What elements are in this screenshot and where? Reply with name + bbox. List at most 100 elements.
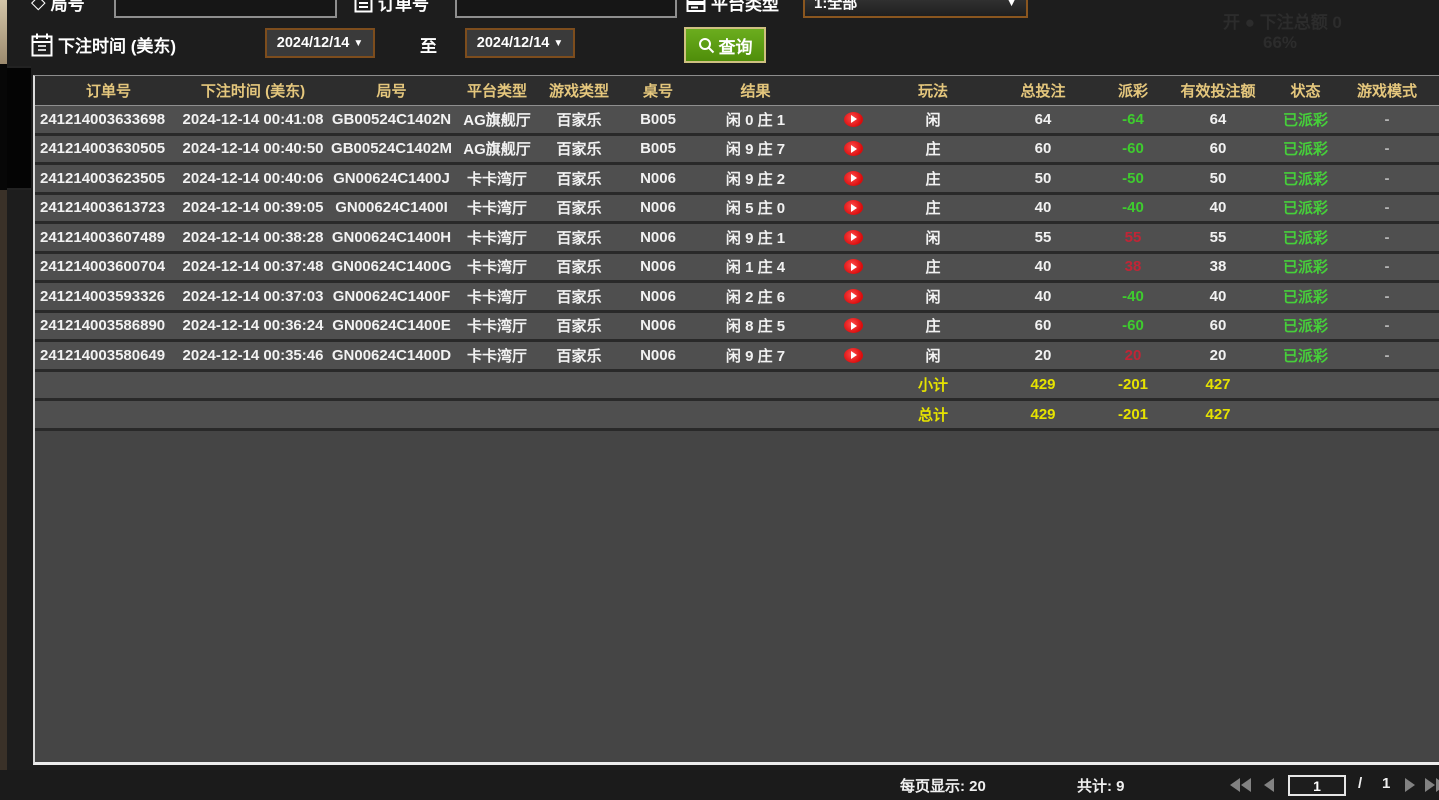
play-video-icon[interactable] bbox=[844, 171, 863, 186]
cell-order-no: 241214003630505 bbox=[35, 136, 182, 163]
last-page-button[interactable] bbox=[1425, 778, 1439, 792]
table-row: 241214003593326 2024-12-14 00:37:03 GN00… bbox=[35, 283, 1439, 313]
cell-table-no: B005 bbox=[623, 106, 693, 133]
cell-table-no: B005 bbox=[623, 136, 693, 163]
left-edge-strip-middle bbox=[0, 64, 7, 190]
cell-total-bet: 60 bbox=[978, 136, 1108, 163]
game-no-label: ◇ 局号 bbox=[31, 0, 85, 15]
cell-result: 闲 1 庄 4 bbox=[693, 254, 818, 281]
cell-platform: 卡卡湾厅 bbox=[459, 224, 535, 251]
cell-game-no: GN00624C1400H bbox=[324, 224, 459, 251]
col-header-game-mode: 游戏模式 bbox=[1333, 76, 1439, 105]
col-header-total-bet: 总投注 bbox=[978, 76, 1108, 105]
cell-valid-bet: 38 bbox=[1158, 254, 1278, 281]
first-page-button[interactable] bbox=[1230, 778, 1251, 792]
play-video-icon[interactable] bbox=[844, 230, 863, 245]
left-edge-strip-top bbox=[0, 0, 7, 64]
grand-total-valid-bet: 427 bbox=[1158, 401, 1278, 428]
cell-game-no: GN00624C1400F bbox=[324, 283, 459, 310]
cell-result-video bbox=[818, 254, 888, 281]
cell-play: 庄 bbox=[888, 165, 978, 192]
cell-result: 闲 2 庄 6 bbox=[693, 283, 818, 310]
cell-valid-bet: 40 bbox=[1158, 195, 1278, 222]
play-video-icon[interactable] bbox=[844, 318, 863, 333]
play-triangle bbox=[851, 263, 857, 271]
cell-status: 已派彩 bbox=[1278, 342, 1333, 369]
play-triangle bbox=[851, 351, 857, 359]
play-triangle bbox=[851, 322, 857, 330]
cell-result-video bbox=[818, 342, 888, 369]
cell-table-no: N006 bbox=[623, 313, 693, 340]
left-edge-strip-bottom bbox=[0, 190, 7, 800]
cell-order-no: 241214003600704 bbox=[35, 254, 182, 281]
query-button[interactable]: 查询 bbox=[684, 27, 766, 63]
cell-game-type: 百家乐 bbox=[535, 254, 623, 281]
cell-payout: -50 bbox=[1108, 165, 1158, 192]
cell-table-no: N006 bbox=[623, 195, 693, 222]
play-video-icon[interactable] bbox=[844, 200, 863, 215]
play-video-icon[interactable] bbox=[844, 141, 863, 156]
double-left-arrow-icon bbox=[1230, 778, 1240, 792]
grand-total-row: 总计 429 -201 427 bbox=[35, 401, 1439, 431]
cell-bet-time: 2024-12-14 00:40:06 bbox=[182, 165, 324, 192]
cell-result-video bbox=[818, 224, 888, 251]
cell-payout: -40 bbox=[1108, 195, 1158, 222]
table-row: 241214003580649 2024-12-14 00:35:46 GN00… bbox=[35, 342, 1439, 372]
cell-valid-bet: 60 bbox=[1158, 313, 1278, 340]
platform-type-select[interactable]: 1:全部 ▼ bbox=[803, 0, 1028, 18]
grand-total-label: 总计 bbox=[888, 401, 978, 428]
play-video-icon[interactable] bbox=[844, 259, 863, 274]
cell-platform: 卡卡湾厅 bbox=[459, 342, 535, 369]
cell-payout: 55 bbox=[1108, 224, 1158, 251]
cell-valid-bet: 55 bbox=[1158, 224, 1278, 251]
calendar-icon bbox=[31, 33, 53, 57]
cell-platform: 卡卡湾厅 bbox=[459, 283, 535, 310]
date-to-picker[interactable]: 2024/12/14 ▼ bbox=[465, 28, 575, 58]
page-input[interactable] bbox=[1288, 775, 1346, 796]
cell-status: 已派彩 bbox=[1278, 195, 1333, 222]
order-no-input[interactable] bbox=[455, 0, 677, 18]
left-arrow-icon bbox=[1264, 778, 1274, 792]
cell-payout: -60 bbox=[1108, 313, 1158, 340]
cell-result: 闲 8 庄 5 bbox=[693, 313, 818, 340]
play-video-icon[interactable] bbox=[844, 289, 863, 304]
date-from-picker[interactable]: 2024/12/14 ▼ bbox=[265, 28, 375, 58]
cell-platform: 卡卡湾厅 bbox=[459, 313, 535, 340]
play-video-icon[interactable] bbox=[844, 112, 863, 127]
next-page-button[interactable] bbox=[1405, 778, 1415, 792]
previous-page-button[interactable] bbox=[1264, 778, 1274, 792]
cell-play: 庄 bbox=[888, 254, 978, 281]
cell-bet-time: 2024-12-14 00:40:50 bbox=[182, 136, 324, 163]
cell-play: 闲 bbox=[888, 342, 978, 369]
subtotal-valid-bet: 427 bbox=[1158, 372, 1278, 399]
cell-result-video bbox=[818, 283, 888, 310]
per-page-label: 每页显示: 20 bbox=[900, 775, 986, 796]
cell-order-no: 241214003607489 bbox=[35, 224, 182, 251]
table-header-row: 订单号 下注时间 (美东) 局号 平台类型 游戏类型 桌号 结果 玩法 总投注 … bbox=[35, 76, 1439, 106]
background-window-blocks bbox=[7, 66, 31, 190]
total-pages-label: 1 bbox=[1382, 775, 1390, 792]
game-no-input[interactable] bbox=[114, 0, 337, 18]
cell-game-mode: - bbox=[1333, 283, 1439, 310]
cell-bet-time: 2024-12-14 00:36:24 bbox=[182, 313, 324, 340]
cell-order-no: 241214003593326 bbox=[35, 283, 182, 310]
play-video-icon[interactable] bbox=[844, 348, 863, 363]
cell-order-no: 241214003623505 bbox=[35, 165, 182, 192]
col-header-valid-bet: 有效投注额 bbox=[1158, 76, 1278, 105]
table-row: 241214003613723 2024-12-14 00:39:05 GN00… bbox=[35, 195, 1439, 225]
cell-result: 闲 5 庄 0 bbox=[693, 195, 818, 222]
search-icon bbox=[698, 37, 715, 54]
cell-order-no: 241214003586890 bbox=[35, 313, 182, 340]
col-header-result: 结果 bbox=[693, 76, 818, 105]
chevron-down-icon: ▼ bbox=[1006, 0, 1017, 9]
chevron-down-icon: ▼ bbox=[353, 38, 363, 49]
col-header-status: 状态 bbox=[1278, 76, 1333, 105]
cell-game-mode: - bbox=[1333, 165, 1439, 192]
play-triangle bbox=[851, 233, 857, 241]
table-body: 241214003633698 2024-12-14 00:41:08 GB00… bbox=[35, 106, 1439, 372]
cell-platform: 卡卡湾厅 bbox=[459, 195, 535, 222]
chevron-down-icon: ▼ bbox=[553, 38, 563, 49]
play-triangle bbox=[851, 174, 857, 182]
cell-result: 闲 9 庄 7 bbox=[693, 342, 818, 369]
table-row: 241214003630505 2024-12-14 00:40:50 GB00… bbox=[35, 136, 1439, 166]
